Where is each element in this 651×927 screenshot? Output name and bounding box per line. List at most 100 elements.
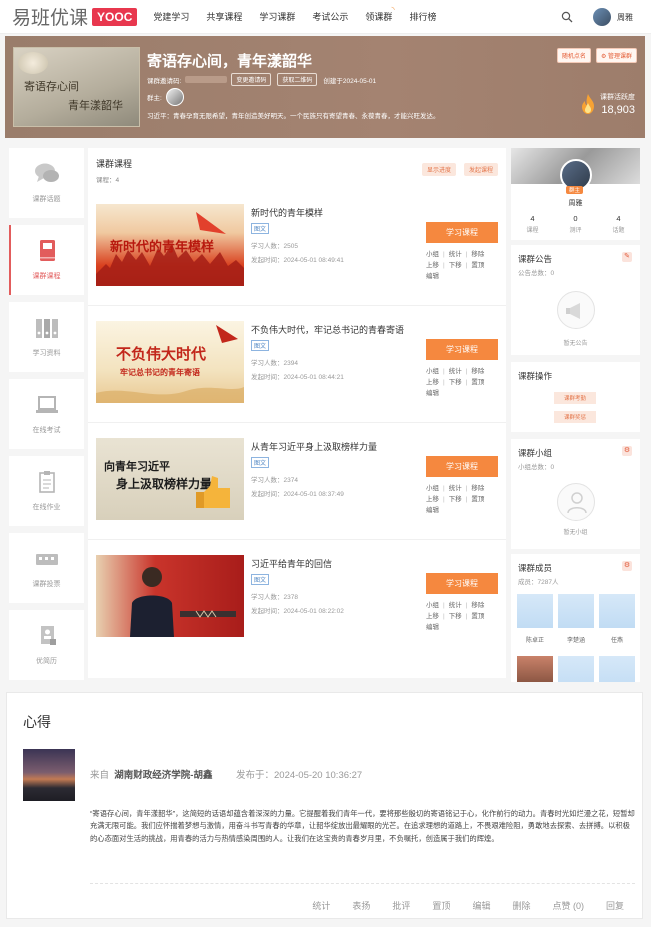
study-course-button[interactable]: 学习课程	[426, 339, 498, 360]
settings-icon[interactable]: ⚙	[622, 446, 632, 456]
nav-item-claim[interactable]: 领课群 ◝	[365, 5, 394, 23]
reply-button[interactable]: 回复	[606, 899, 624, 912]
op-group[interactable]: 小组	[426, 249, 439, 260]
publish-course-button[interactable]: 发起课程	[463, 163, 498, 176]
nav-item-claim-label: 领课群	[365, 12, 393, 22]
course-item: 习近平给青年的回信 图文 学习人数：2378 发起时间：2024-05-01 0…	[88, 547, 506, 657]
cover-line2: 青年漾韶华	[68, 99, 123, 112]
course-date: 发起时间：2024-05-01 08:49:41	[251, 257, 344, 264]
course-cover[interactable]: 不负伟大时代 牢记总书记的青年寄语	[96, 321, 244, 403]
owner-profile-name[interactable]: 周雅	[511, 198, 640, 208]
member-name[interactable]: 陈卓正	[517, 635, 553, 644]
sidebar-item-vote[interactable]: 课群投票	[9, 533, 84, 603]
from-label: 来自	[90, 770, 110, 781]
logo[interactable]: 易班优课 YOOC	[12, 3, 138, 30]
op-up[interactable]: 上移	[426, 377, 439, 388]
course-title[interactable]: 新时代的青年模样	[251, 206, 323, 219]
sidebar-item-materials[interactable]: 学习资料	[9, 302, 84, 372]
op-edit[interactable]: 编辑	[426, 505, 439, 516]
edit-icon[interactable]: ✎	[622, 252, 632, 262]
op-stats[interactable]: 统计	[449, 249, 462, 260]
op-top[interactable]: 置顶	[471, 494, 484, 505]
course-title[interactable]: 不负伟大时代，牢记总书记的青春寄语	[251, 323, 404, 336]
course-title[interactable]: 从青年习近平身上汲取榜样力量	[251, 440, 377, 453]
praise-button[interactable]: 表扬	[352, 899, 370, 912]
op-remove[interactable]: 移除	[471, 249, 484, 260]
course-cover[interactable]	[96, 555, 244, 637]
member-avatar[interactable]	[517, 656, 553, 682]
owner-avatar[interactable]	[165, 88, 184, 106]
course-cover[interactable]: 新时代的青年模样	[96, 204, 244, 286]
op-stats[interactable]: 统计	[449, 366, 462, 377]
member-avatar[interactable]	[517, 594, 553, 628]
stats-button[interactable]: 统计	[312, 899, 330, 912]
author-avatar[interactable]	[23, 749, 75, 801]
op-stats[interactable]: 统计	[449, 483, 462, 494]
op-down[interactable]: 下移	[449, 494, 462, 505]
empty-group-icon	[557, 483, 595, 521]
study-course-button[interactable]: 学习课程	[426, 456, 498, 477]
course-cover[interactable]: 向青年习近平 身上汲取榜样力量	[96, 438, 244, 520]
user-name[interactable]: 周雅	[617, 12, 633, 23]
op-group[interactable]: 小组	[426, 483, 439, 494]
reward-punish-button[interactable]: 课群奖惩	[554, 411, 596, 423]
sidebar-item-exam[interactable]: 在线考试	[9, 379, 84, 449]
nav-item-groups[interactable]: 学习课群	[259, 10, 295, 23]
sidebar-item-homework[interactable]: 在线作业	[9, 456, 84, 526]
op-down[interactable]: 下移	[449, 611, 462, 622]
nav-item-shared[interactable]: 共享课程	[206, 10, 242, 23]
op-down[interactable]: 下移	[449, 377, 462, 388]
sidebar-item-courses[interactable]: 课群课程	[9, 225, 84, 295]
op-edit[interactable]: 编辑	[426, 622, 439, 633]
sidebar-item-topics[interactable]: 课群话题	[9, 148, 84, 218]
member-avatar[interactable]	[599, 594, 635, 628]
activity-label: 课群活跃度	[600, 94, 635, 101]
op-top[interactable]: 置顶	[471, 611, 484, 622]
people-icon	[567, 492, 587, 514]
op-top[interactable]: 置顶	[471, 377, 484, 388]
study-course-button[interactable]: 学习课程	[426, 573, 498, 594]
op-down[interactable]: 下移	[449, 260, 462, 271]
like-button[interactable]: 点赞 (0)	[552, 899, 584, 912]
nav-item-exam[interactable]: 考试公示	[312, 10, 348, 23]
op-top[interactable]: 置顶	[471, 260, 484, 271]
op-up[interactable]: 上移	[426, 611, 439, 622]
member-name[interactable]: 李楚涵	[558, 635, 594, 644]
pin-button[interactable]: 置顶	[432, 899, 450, 912]
nav-item-rank[interactable]: 排行榜	[409, 10, 436, 23]
op-edit[interactable]: 编辑	[426, 271, 439, 282]
settings-icon[interactable]: ⚙	[622, 561, 632, 571]
member-avatar[interactable]	[558, 656, 594, 682]
manage-group-button[interactable]: ⚙ 管理课群	[595, 48, 637, 63]
study-course-button[interactable]: 学习课程	[426, 222, 498, 243]
top-nav: 易班优课 YOOC 党建学习 共享课程 学习课群 考试公示 领课群 ◝ 排行榜 周…	[0, 0, 651, 34]
member-name[interactable]: 任燕	[599, 635, 635, 644]
random-call-button[interactable]: 随机点名	[556, 48, 591, 63]
member-avatar[interactable]	[599, 656, 635, 682]
nav-menu: 党建学习 共享课程 学习课群 考试公示 领课群 ◝ 排行榜	[153, 5, 453, 23]
op-group[interactable]: 小组	[426, 366, 439, 377]
op-stats[interactable]: 统计	[449, 600, 462, 611]
change-code-button[interactable]: 变更邀请码	[231, 73, 272, 86]
member-avatar[interactable]	[558, 594, 594, 628]
nav-item-party[interactable]: 党建学习	[153, 10, 189, 23]
op-edit[interactable]: 编辑	[426, 388, 439, 399]
show-progress-button[interactable]: 显示进度	[421, 163, 456, 176]
course-title[interactable]: 习近平给青年的回信	[251, 557, 332, 570]
search-icon[interactable]	[561, 11, 573, 23]
op-group[interactable]: 小组	[426, 600, 439, 611]
op-up[interactable]: 上移	[426, 260, 439, 271]
qr-code-button[interactable]: 获取二维码	[277, 73, 318, 86]
edit-button[interactable]: 编辑	[472, 899, 490, 912]
op-remove[interactable]: 移除	[471, 600, 484, 611]
op-remove[interactable]: 移除	[471, 366, 484, 377]
op-up[interactable]: 上移	[426, 494, 439, 505]
sidebar-item-resume[interactable]: 优简历	[9, 610, 84, 680]
criticize-button[interactable]: 批评	[392, 899, 410, 912]
author-name[interactable]: 湖南财政经济学院-胡鑫	[114, 770, 212, 781]
reflection-text: “寄语存心间，青年漾韶华”，这简短的话语却蕴含着深深的力量。它提醒着我们青年一代…	[90, 809, 635, 843]
user-avatar[interactable]	[593, 8, 611, 26]
attendance-button[interactable]: 课群考勤	[554, 392, 596, 404]
delete-button[interactable]: 删除	[512, 899, 530, 912]
op-remove[interactable]: 移除	[471, 483, 484, 494]
